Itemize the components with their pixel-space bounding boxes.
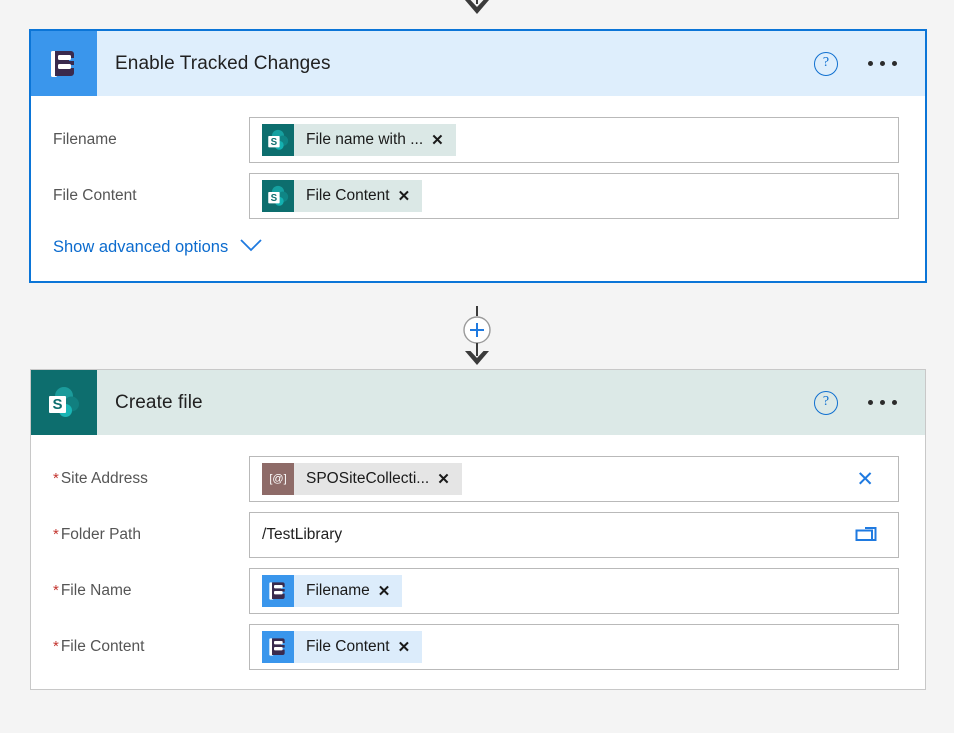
field-label-filename: Filename [53, 131, 117, 148]
action-card-create-file[interactable]: S Create file ? * Site Address [@] SPOSi… [30, 369, 926, 690]
token-label: File Content [306, 638, 390, 655]
required-asterisk: * [53, 638, 59, 655]
field-input-folder-path[interactable]: /TestLibrary [249, 512, 899, 558]
ellipsis-dot [880, 61, 885, 66]
token-label: Filename [306, 582, 370, 599]
required-asterisk: * [53, 582, 59, 599]
field-label-folder-path: * Folder Path [53, 526, 249, 544]
ellipsis-dot [892, 400, 897, 405]
insert-step-plus-icon[interactable] [454, 306, 500, 368]
encodian-book-icon [262, 575, 294, 607]
field-label-file-content: File Content [53, 187, 137, 204]
token-remove-icon[interactable]: ✕ [396, 638, 423, 656]
token-chip-spo-site-collection[interactable]: [@] SPOSiteCollecti... ✕ [262, 463, 462, 495]
sharepoint-icon: S [262, 180, 294, 212]
card-title: Create file [115, 391, 203, 413]
field-row-file-content: * File Content File Content ✕ [31, 619, 925, 675]
action-card-enable-tracked-changes[interactable]: Enable Tracked Changes ? Filename S File… [29, 29, 927, 283]
ellipsis-dot [880, 400, 885, 405]
card-title: Enable Tracked Changes [115, 52, 331, 74]
token-label: File name with ... [306, 131, 424, 148]
required-asterisk: * [53, 470, 59, 487]
card-body-enable-tracked-changes: Filename S File name with ... ✕ File Con… [31, 96, 925, 281]
help-icon[interactable]: ? [814, 390, 838, 415]
field-row-file-name: * File Name Filename ✕ [31, 563, 925, 619]
ellipsis-dot [868, 400, 873, 405]
field-input-file-content[interactable]: S File Content ✕ [249, 173, 899, 219]
token-chip-filename[interactable]: Filename ✕ [262, 575, 403, 607]
field-row-file-content: File Content S File Content ✕ [31, 168, 925, 224]
field-label-site-address: * Site Address [53, 470, 249, 488]
field-input-file-name[interactable]: Filename ✕ [249, 568, 899, 614]
token-remove-icon[interactable]: ✕ [429, 131, 456, 149]
field-row-folder-path: * Folder Path /TestLibrary [31, 507, 925, 563]
help-icon[interactable]: ? [814, 51, 838, 76]
token-chip-file-content[interactable]: S File Content ✕ [262, 180, 423, 212]
encodian-book-icon [31, 31, 97, 96]
field-label-file-content: * File Content [53, 638, 249, 656]
token-remove-icon[interactable]: ✕ [435, 470, 462, 488]
field-input-file-content[interactable]: File Content ✕ [249, 624, 899, 670]
card-body-create-file: * Site Address [@] SPOSiteCollecti... ✕ ✕… [31, 435, 925, 689]
ellipsis-dot [868, 61, 873, 66]
field-input-filename[interactable]: S File name with ... ✕ [249, 117, 899, 163]
show-advanced-options-label: Show advanced options [53, 238, 229, 256]
sharepoint-icon: S [262, 124, 294, 156]
token-chip-file-name-with-extension[interactable]: S File name with ... ✕ [262, 124, 456, 156]
label-text: File Content [60, 638, 145, 655]
variable-icon: [@] [262, 463, 294, 495]
middle-connector[interactable] [0, 306, 954, 368]
field-label-file-name: * File Name [53, 582, 249, 600]
token-label: File Content [306, 187, 390, 204]
folder-picker-icon[interactable] [844, 524, 888, 546]
label-text: Folder Path [60, 526, 141, 543]
field-row-site-address: * Site Address [@] SPOSiteCollecti... ✕ ✕ [31, 451, 925, 507]
token-remove-icon[interactable]: ✕ [396, 187, 423, 205]
token-remove-icon[interactable]: ✕ [376, 582, 403, 600]
clear-site-address-button[interactable]: ✕ [842, 469, 888, 490]
top-connector-arrow-icon [465, 0, 489, 14]
svg-text:S: S [271, 193, 278, 204]
chevron-down-icon [240, 238, 262, 257]
label-text: File Name [60, 582, 132, 599]
folder-path-value: /TestLibrary [262, 526, 343, 543]
token-label: SPOSiteCollecti... [306, 470, 430, 487]
show-advanced-options-button[interactable]: Show advanced options [31, 224, 262, 267]
label-text: Site Address [60, 470, 148, 487]
svg-text:S: S [52, 396, 62, 413]
card-header-enable-tracked-changes[interactable]: Enable Tracked Changes ? [31, 31, 925, 96]
sharepoint-icon: S [31, 370, 97, 435]
field-row-filename: Filename S File name with ... ✕ [31, 112, 925, 168]
more-options-icon[interactable] [868, 400, 897, 405]
field-input-site-address[interactable]: [@] SPOSiteCollecti... ✕ ✕ [249, 456, 899, 502]
svg-text:S: S [271, 137, 278, 148]
ellipsis-dot [892, 61, 897, 66]
more-options-icon[interactable] [868, 61, 897, 66]
required-asterisk: * [53, 526, 59, 543]
card-header-create-file[interactable]: S Create file ? [31, 370, 925, 435]
encodian-book-icon [262, 631, 294, 663]
top-connector [0, 0, 954, 18]
token-chip-file-content[interactable]: File Content ✕ [262, 631, 423, 663]
